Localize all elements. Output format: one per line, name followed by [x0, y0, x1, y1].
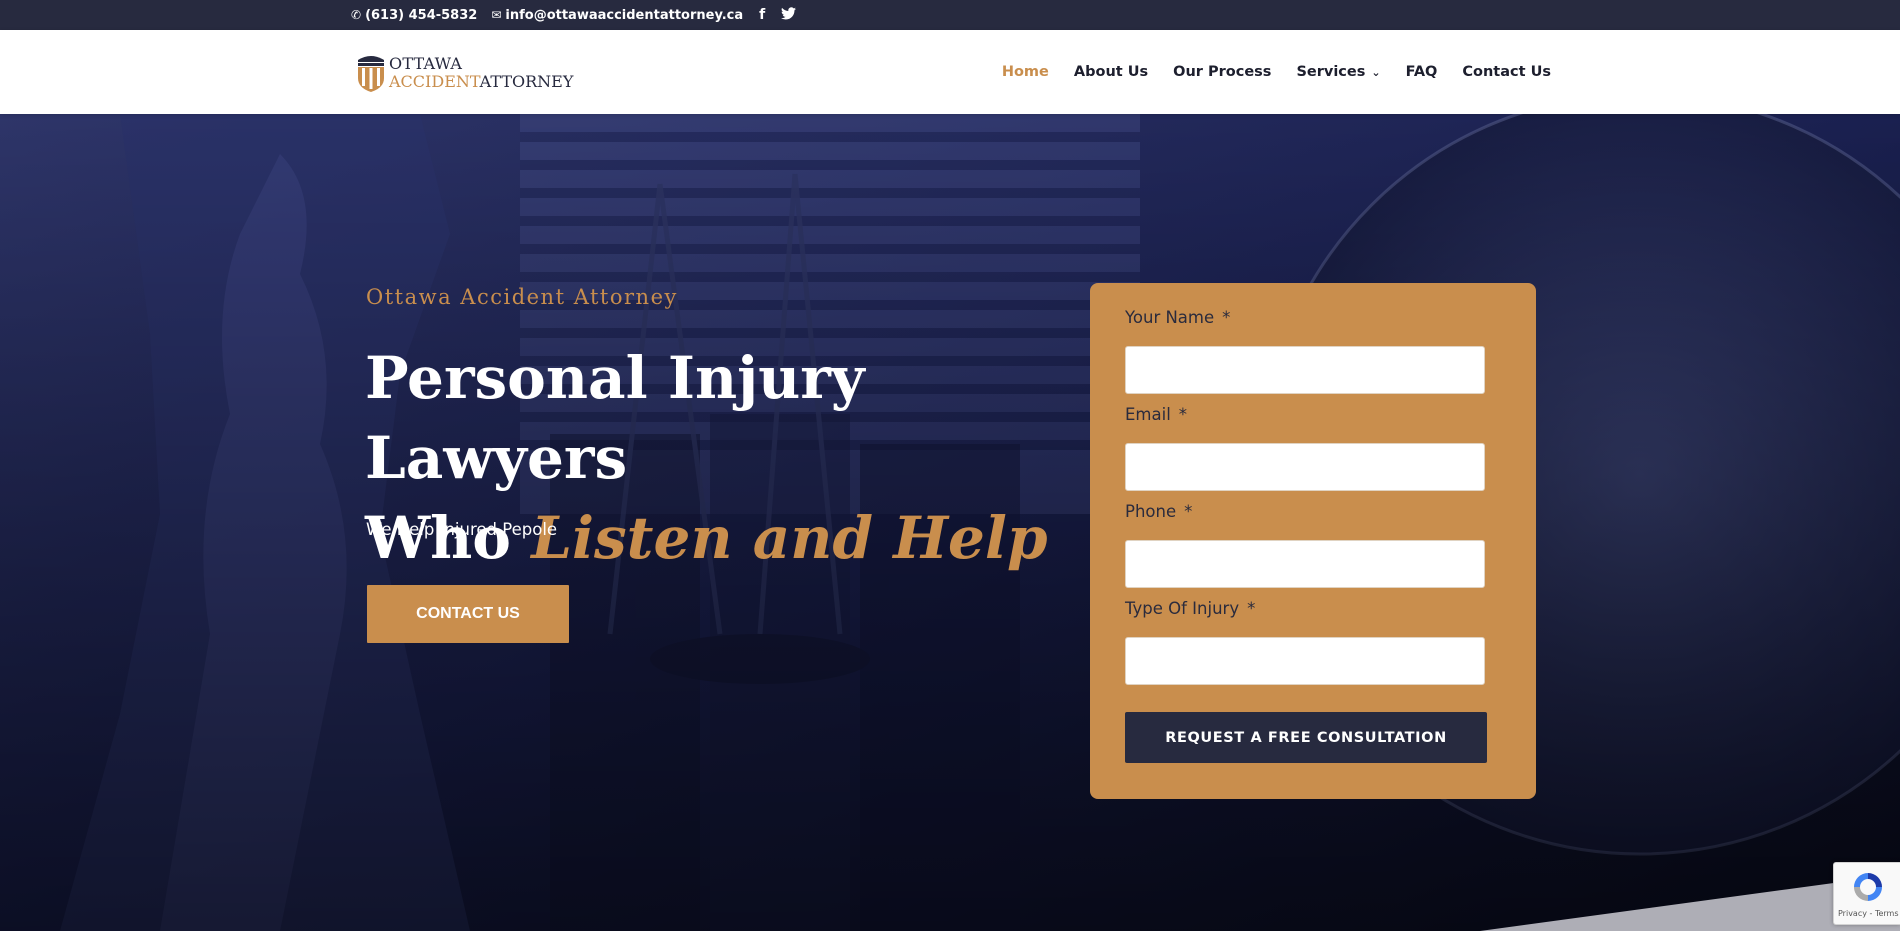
required-mark: *	[1222, 308, 1231, 327]
injury-type-label-text: Type Of Injury	[1125, 599, 1240, 618]
consultation-form: Your Name * Email * Phone * Type Of Injury *…	[1090, 283, 1536, 799]
hero-eyebrow: Ottawa Accident Attorney	[366, 285, 678, 309]
recaptcha-icon	[1854, 873, 1882, 901]
name-input[interactable]	[1125, 346, 1485, 394]
logo-line1: OTTAWA	[389, 54, 463, 73]
required-mark: *	[1247, 599, 1256, 618]
email-field-group: Email *	[1125, 405, 1485, 491]
headline-accent: Listen and Help	[531, 504, 1048, 572]
envelope-icon: ✉	[491, 8, 502, 22]
phone-label: Phone *	[1125, 502, 1485, 526]
email-input[interactable]	[1125, 443, 1485, 491]
recaptcha-terms[interactable]: Privacy - Terms	[1838, 909, 1899, 918]
email-label-text: Email	[1125, 405, 1171, 424]
contact-us-button[interactable]: CONTACT US	[367, 585, 569, 643]
headline-line1: Personal Injury Lawyers	[365, 344, 865, 492]
phone-input[interactable]	[1125, 540, 1485, 588]
nav-contact-us[interactable]: Contact Us	[1462, 64, 1551, 80]
logo-word-attorney: ATTORNEY	[479, 72, 574, 91]
hero-section: Ottawa Accident Attorney Personal Injury…	[0, 114, 1900, 931]
nav-our-process[interactable]: Our Process	[1173, 64, 1271, 80]
logo-line2: ACCIDENTATTORNEY	[389, 72, 573, 91]
email-address: info@ottawaaccidentattorney.ca	[505, 7, 744, 23]
phone-field-group: Phone *	[1125, 502, 1485, 588]
email-label: Email *	[1125, 405, 1485, 429]
phone-icon: ✆	[351, 8, 362, 22]
recaptcha-badge[interactable]: Privacy - Terms	[1833, 862, 1900, 925]
required-mark: *	[1184, 502, 1193, 521]
email-link[interactable]: ✉ info@ottawaaccidentattorney.ca	[491, 8, 743, 23]
nav-faq[interactable]: FAQ	[1406, 64, 1438, 80]
name-field-group: Your Name *	[1125, 308, 1485, 394]
site-header: OTTAWA ACCIDENTATTORNEY Home About Us Ou…	[0, 30, 1900, 114]
phone-number: (613) 454-5832	[365, 7, 478, 23]
hero-subtext: We Help Injured Pepole	[366, 520, 558, 539]
required-mark: *	[1178, 405, 1188, 424]
injury-type-label: Type Of Injury *	[1125, 599, 1485, 623]
chevron-down-icon: ⌄	[1371, 65, 1381, 79]
nav-services-label: Services	[1296, 64, 1366, 80]
top-bar: ✆ (613) 454-5832 ✉ info@ottawaaccidentat…	[0, 0, 1900, 30]
injury-type-field-group: Type Of Injury *	[1125, 599, 1485, 685]
injury-type-input[interactable]	[1125, 637, 1485, 685]
twitter-icon[interactable]	[781, 6, 797, 24]
logo-word-accident: ACCIDENT	[389, 72, 480, 91]
site-logo[interactable]: OTTAWA ACCIDENTATTORNEY	[354, 50, 573, 94]
name-label: Your Name *	[1125, 308, 1485, 332]
phone-link[interactable]: ✆ (613) 454-5832	[351, 8, 477, 23]
nav-services[interactable]: Services ⌄	[1296, 64, 1380, 80]
name-label-text: Your Name	[1125, 308, 1215, 327]
main-nav: Home About Us Our Process Services ⌄ FAQ…	[1002, 30, 1551, 114]
nav-about-us[interactable]: About Us	[1074, 64, 1148, 80]
logo-emblem-icon	[358, 56, 384, 92]
phone-label-text: Phone	[1125, 502, 1177, 521]
hero-headline: Personal Injury Lawyers Who Listen and H…	[365, 338, 1085, 578]
nav-home[interactable]: Home	[1002, 64, 1049, 80]
request-consultation-button[interactable]: REQUEST A FREE CONSULTATION	[1125, 712, 1487, 763]
facebook-icon[interactable]: f	[759, 7, 765, 23]
